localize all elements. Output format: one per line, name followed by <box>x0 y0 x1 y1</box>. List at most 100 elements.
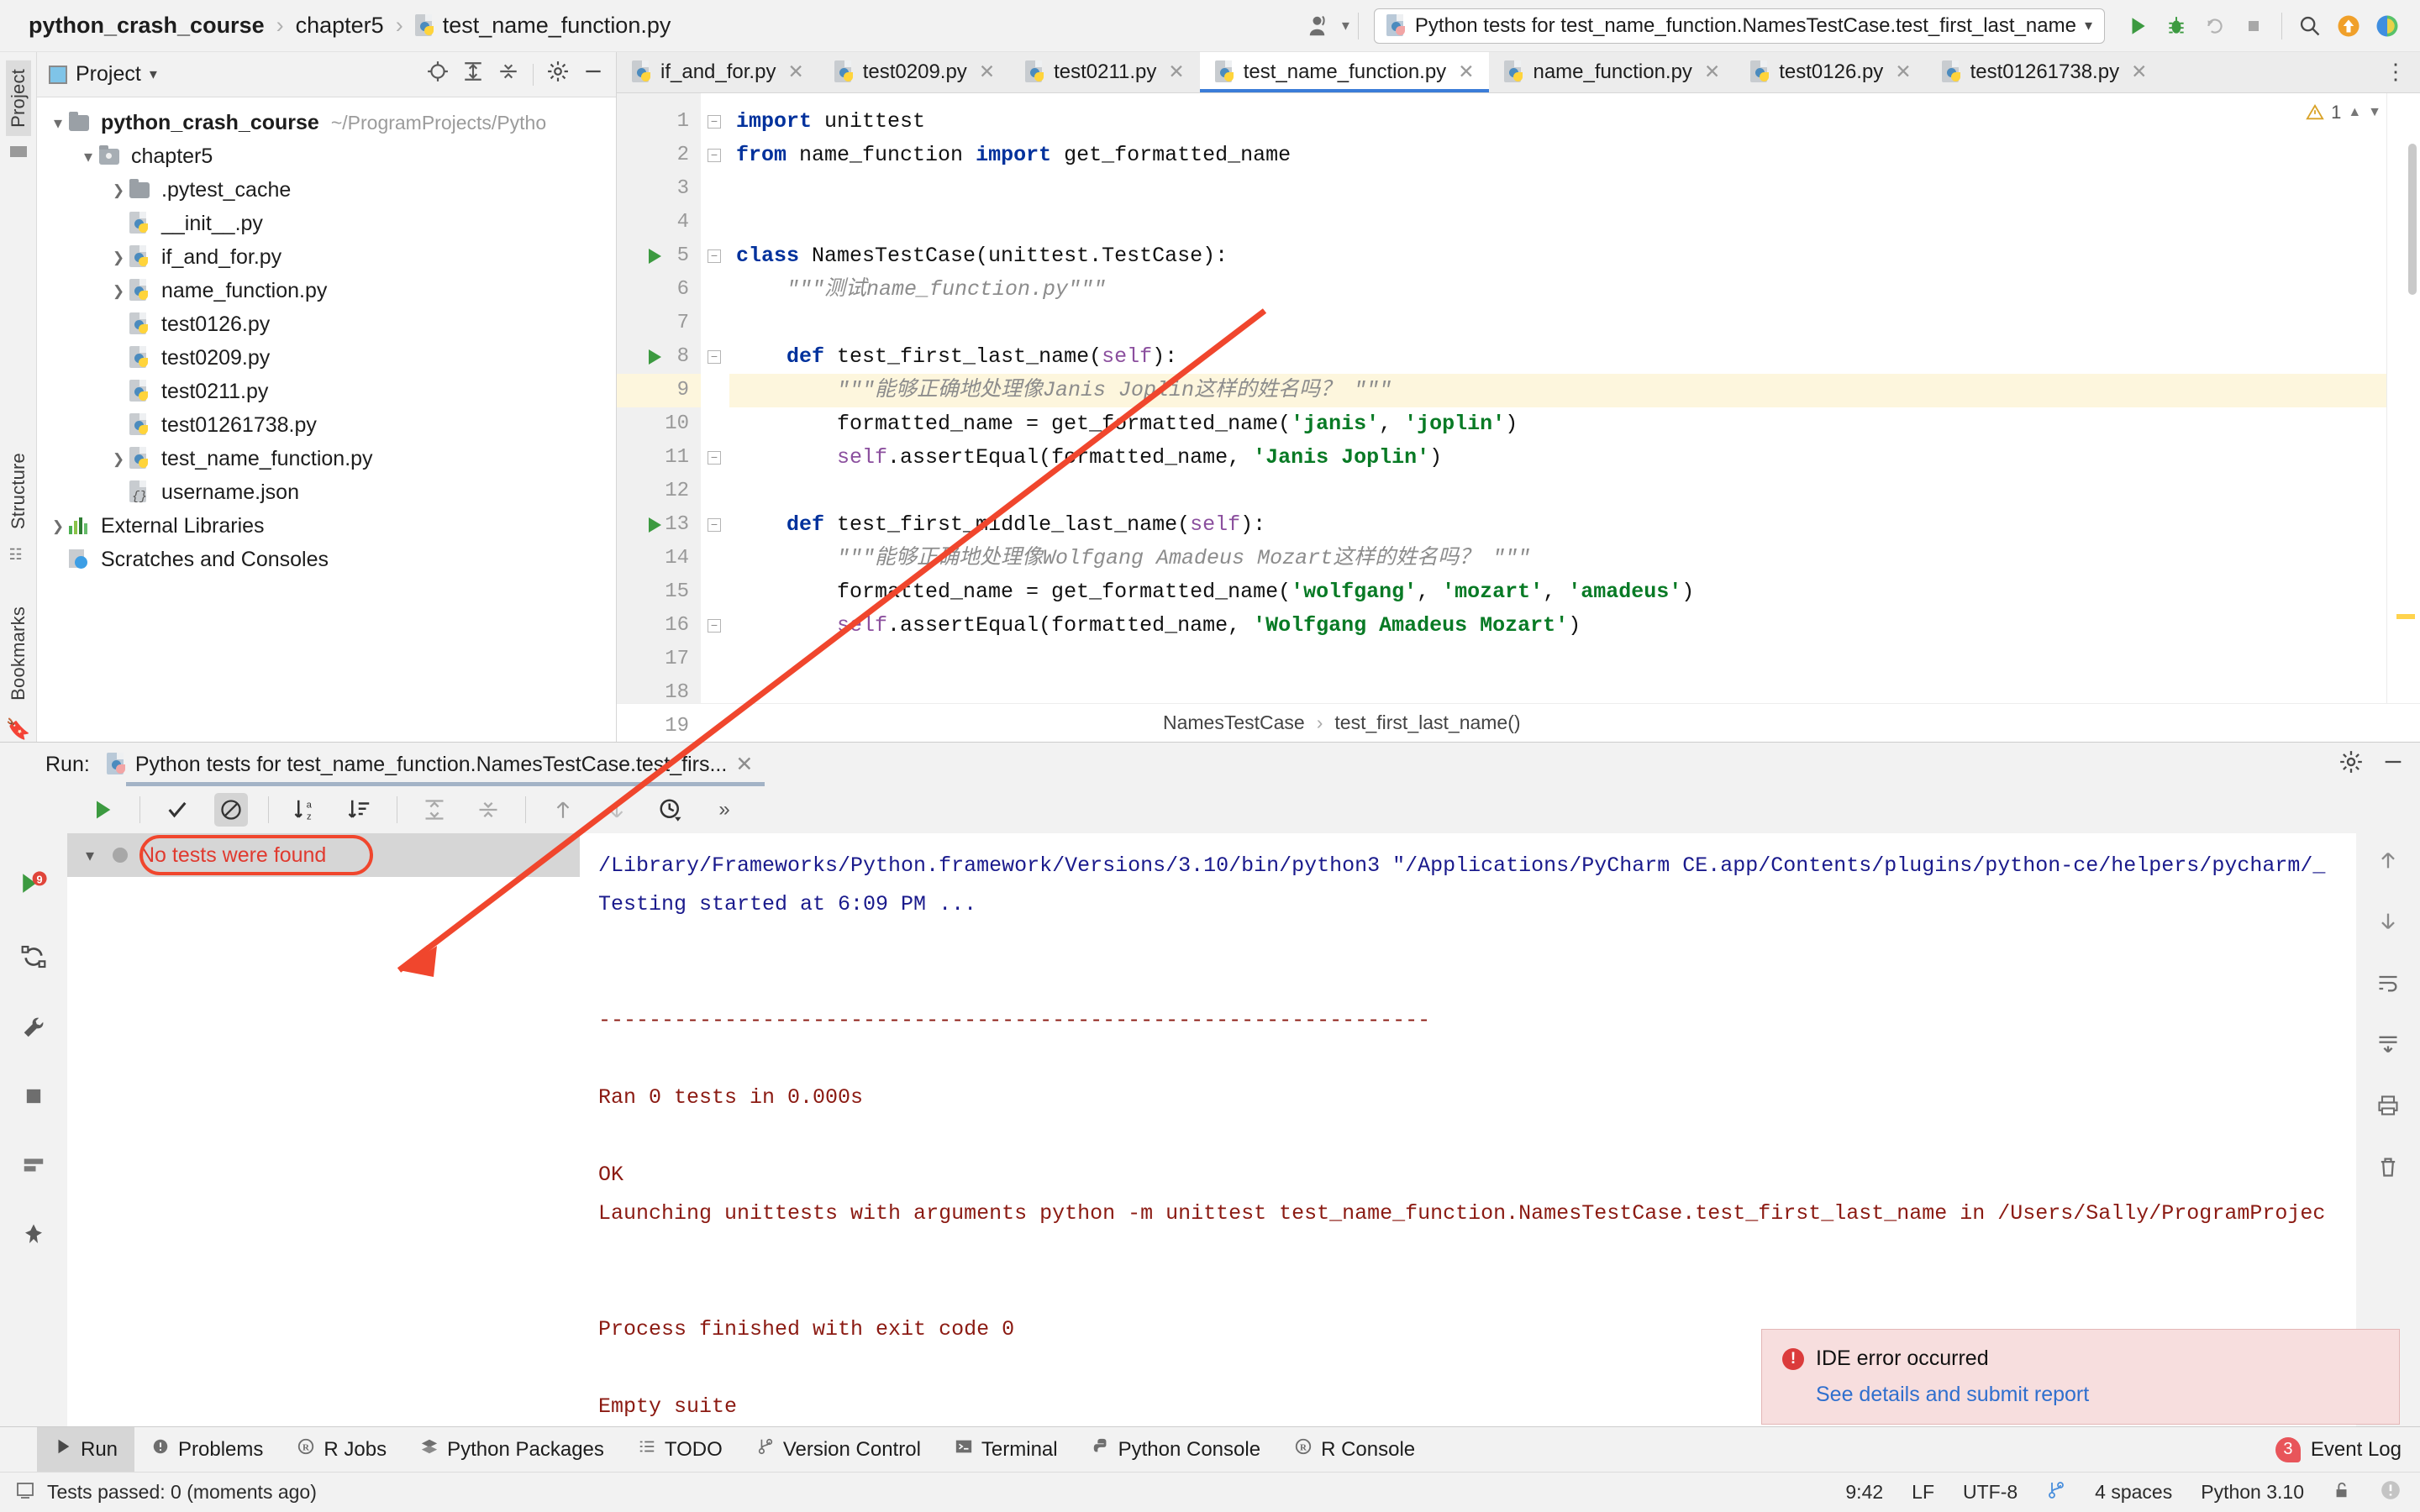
settings-gear-icon[interactable] <box>547 60 569 88</box>
code-line[interactable]: import unittest <box>729 105 2420 139</box>
editor-tab-test0126-py[interactable]: test0126.py✕ <box>1735 52 1926 92</box>
history-icon[interactable] <box>654 793 687 827</box>
editor-tab-test0211-py[interactable]: test0211.py✕ <box>1010 52 1200 92</box>
locate-icon[interactable] <box>427 60 449 88</box>
run-configuration-selector[interactable]: Python tests for test_name_function.Name… <box>1374 8 2105 44</box>
bottom-tab-python-console[interactable]: Python Console <box>1075 1427 1277 1473</box>
code-line[interactable]: self.assertEqual(formatted_name, 'Janis … <box>729 441 2420 475</box>
scroll-down-icon[interactable] <box>2376 910 2400 939</box>
soft-wrap-icon[interactable] <box>2376 971 2400 1000</box>
previous-failed-icon[interactable] <box>546 793 580 827</box>
hide-icon[interactable] <box>2381 750 2405 780</box>
close-icon[interactable]: ✕ <box>1704 60 1720 83</box>
tree-node-test-name-function-py[interactable]: test_name_function.py <box>37 442 616 475</box>
tree-node-test0126-py[interactable]: test0126.py <box>37 307 616 341</box>
show-passed-icon[interactable] <box>160 793 194 827</box>
fold-minus-icon[interactable]: − <box>708 350 721 364</box>
scroll-to-end-icon[interactable] <box>2376 1032 2400 1062</box>
chart-icon[interactable] <box>21 1152 46 1184</box>
tree-node-test01261738-py[interactable]: test01261738.py <box>37 408 616 442</box>
branch-icon[interactable] <box>2046 1480 2066 1505</box>
code-line[interactable] <box>729 475 2420 508</box>
rerun-icon[interactable] <box>2196 7 2234 45</box>
code-line[interactable]: formatted_name = get_formatted_name('jan… <box>729 407 2420 441</box>
fold-minus-icon[interactable]: − <box>708 149 721 162</box>
ai-assistant-icon[interactable] <box>2368 7 2407 45</box>
fold-minus-icon[interactable]: − <box>708 619 721 633</box>
expand-all-icon[interactable] <box>418 793 451 827</box>
rerun-failed-icon[interactable]: 9 <box>19 870 48 905</box>
tree-node-chapter5[interactable]: chapter5 <box>37 139 616 173</box>
chevron-right-icon[interactable] <box>47 517 69 536</box>
code-line[interactable]: """能够正确地处理像Janis Joplin这样的姓名吗？ """ <box>729 374 2420 407</box>
tree-node-name-function-py[interactable]: name_function.py <box>37 274 616 307</box>
editor-tab-if-and-for-py[interactable]: if_and_for.py✕ <box>617 52 819 92</box>
close-icon[interactable]: ✕ <box>979 60 995 83</box>
code-line[interactable] <box>729 643 2420 676</box>
chevron-down-icon[interactable]: ▾ <box>86 845 94 866</box>
fold-minus-icon[interactable]: − <box>708 115 721 129</box>
pin-icon[interactable] <box>21 1222 46 1253</box>
editor-tab-name-function-py[interactable]: name_function.py✕ <box>1489 52 1735 92</box>
event-log-area[interactable]: 3 Event Log <box>2275 1437 2420 1462</box>
inspection-sidebar[interactable] <box>2386 93 2420 703</box>
tree-node-scratches-and-consoles[interactable]: Scratches and Consoles <box>37 543 616 576</box>
inspection-widget[interactable]: 1 ▲ ▼ <box>2306 102 2381 123</box>
chevron-right-icon[interactable] <box>108 449 129 469</box>
sidebar-item-structure[interactable]: Structure <box>6 444 31 538</box>
close-icon[interactable]: ✕ <box>787 60 803 83</box>
bottom-tab-terminal[interactable]: Terminal <box>938 1427 1075 1473</box>
unlocked-icon[interactable] <box>2333 1480 2351 1505</box>
editor-tab-test01261738-py[interactable]: test01261738.py✕ <box>1927 52 2163 92</box>
fold-minus-icon[interactable]: − <box>708 249 721 263</box>
code-line[interactable]: def test_first_last_name(self): <box>729 340 2420 374</box>
run-gutter-icon[interactable] <box>649 517 661 533</box>
notification-link[interactable]: See details and submit report <box>1816 1383 2379 1407</box>
test-result-row[interactable]: ▾ No tests were found <box>67 833 580 877</box>
run-gutter-icon[interactable] <box>649 349 661 365</box>
tree-node-if-and-for-py[interactable]: if_and_for.py <box>37 240 616 274</box>
sidebar-item-project[interactable]: Project <box>6 60 31 136</box>
editor-tabs-overflow[interactable]: ⋮ <box>2385 52 2420 92</box>
fold-minus-icon[interactable]: − <box>708 451 721 465</box>
breadcrumb-method[interactable]: test_first_last_name() <box>1334 711 1520 734</box>
code-line[interactable] <box>729 307 2420 340</box>
debug-icon[interactable] <box>2157 7 2196 45</box>
chevron-down-icon[interactable] <box>47 113 69 134</box>
print-icon[interactable] <box>2376 1094 2400 1123</box>
close-icon[interactable]: ✕ <box>1895 60 1911 83</box>
tree-node-test0209-py[interactable]: test0209.py <box>37 341 616 375</box>
code-content[interactable]: import unittestfrom name_function import… <box>729 93 2420 703</box>
code-line[interactable] <box>729 676 2420 703</box>
chevron-right-icon[interactable] <box>108 181 129 200</box>
scroll-up-icon[interactable] <box>2376 848 2400 878</box>
bottom-tab-run[interactable]: Run <box>37 1427 134 1473</box>
chevron-down-icon[interactable]: ▾ <box>2085 17 2092 34</box>
editor-tab-test0209-py[interactable]: test0209.py✕ <box>819 52 1010 92</box>
code-line[interactable]: """测试name_function.py""" <box>729 273 2420 307</box>
test-results-tree[interactable]: ▾ No tests were found <box>67 833 580 1426</box>
run-tab[interactable]: Python tests for test_name_function.Name… <box>107 752 753 777</box>
ide-error-notification[interactable]: ! IDE error occurred See details and sub… <box>1761 1329 2400 1425</box>
more-icon[interactable]: » <box>708 793 741 827</box>
tree-node-test0211-py[interactable]: test0211.py <box>37 375 616 408</box>
stop-icon[interactable] <box>22 1084 45 1114</box>
hide-icon[interactable] <box>582 60 604 88</box>
breadcrumb-folder[interactable]: chapter5 <box>296 13 384 39</box>
trash-icon[interactable] <box>2376 1155 2400 1184</box>
status-interpreter[interactable]: Python 3.10 <box>2201 1481 2304 1504</box>
next-failed-icon[interactable] <box>600 793 634 827</box>
code-line[interactable] <box>729 172 2420 206</box>
tree-node-python-crash-course[interactable]: python_crash_course~/ProgramProjects/Pyt… <box>37 106 616 139</box>
breadcrumb-file[interactable]: test_name_function.py <box>415 13 671 39</box>
status-indent[interactable]: 4 spaces <box>2095 1481 2172 1504</box>
code-line[interactable]: formatted_name = get_formatted_name('wol… <box>729 575 2420 609</box>
bottom-tab-version-control[interactable]: Version Control <box>739 1427 938 1473</box>
search-icon[interactable] <box>2291 7 2329 45</box>
update-icon[interactable] <box>2329 7 2368 45</box>
status-cursor-position[interactable]: 9:42 <box>1845 1481 1883 1504</box>
settings-gear-icon[interactable] <box>2339 750 2363 780</box>
close-icon[interactable]: ✕ <box>2131 60 2147 83</box>
tree-node-external-libraries[interactable]: External Libraries <box>37 509 616 543</box>
run-gutter-icon[interactable] <box>649 249 661 264</box>
